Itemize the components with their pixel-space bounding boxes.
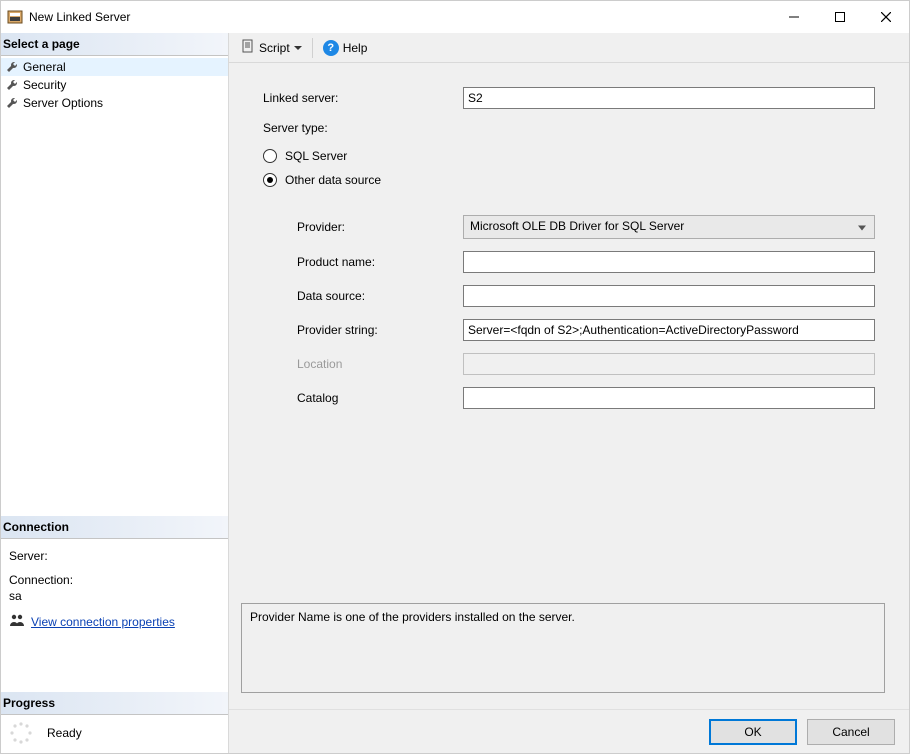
help-icon: ? <box>323 40 339 56</box>
radio-label: Other data source <box>285 173 381 187</box>
progress-status: Ready <box>47 726 82 740</box>
help-label: Help <box>343 41 368 55</box>
page-item-general[interactable]: General <box>1 58 228 76</box>
data-source-label: Data source: <box>297 289 463 303</box>
provider-string-input[interactable] <box>463 319 875 341</box>
data-source-input[interactable] <box>463 285 875 307</box>
location-label: Location <box>297 357 463 371</box>
titlebar: New Linked Server <box>1 1 909 33</box>
server-type-label: Server type: <box>263 121 463 135</box>
provider-value: Microsoft OLE DB Driver for SQL Server <box>470 219 684 233</box>
page-item-label: Server Options <box>23 96 103 110</box>
close-button[interactable] <box>863 1 909 33</box>
window-controls <box>771 1 909 33</box>
script-label: Script <box>259 41 290 55</box>
radio-other-data-source[interactable]: Other data source <box>263 173 885 187</box>
toolbar: Script ? Help <box>229 33 909 63</box>
window-title: New Linked Server <box>29 10 771 24</box>
server-label: Server: <box>9 549 222 563</box>
connection-value: sa <box>9 589 222 603</box>
dialog-window: New Linked Server Select a page Gener <box>0 0 910 754</box>
people-icon <box>9 613 25 630</box>
toolbar-separator <box>312 38 313 58</box>
minimize-button[interactable] <box>771 1 817 33</box>
linked-server-label: Linked server: <box>263 91 463 105</box>
wrench-icon <box>5 78 19 92</box>
catalog-input[interactable] <box>463 387 875 409</box>
dialog-footer: OK Cancel <box>229 709 909 753</box>
wrench-icon <box>5 96 19 110</box>
provider-dropdown[interactable]: Microsoft OLE DB Driver for SQL Server <box>463 215 875 239</box>
location-input <box>463 353 875 375</box>
select-page-header: Select a page <box>1 33 228 56</box>
wrench-icon <box>5 60 19 74</box>
provider-label: Provider: <box>297 220 463 234</box>
radio-icon <box>263 173 277 187</box>
product-name-label: Product name: <box>297 255 463 269</box>
radio-label: SQL Server <box>285 149 347 163</box>
linked-server-input[interactable] <box>463 87 875 109</box>
cancel-button[interactable]: Cancel <box>807 719 895 745</box>
form-area: Linked server: Server type: SQL Server O… <box>229 63 909 595</box>
page-list: General Security Server Options <box>1 56 228 114</box>
help-button[interactable]: ? Help <box>319 38 372 58</box>
radio-icon <box>263 149 277 163</box>
catalog-label: Catalog <box>297 391 463 405</box>
page-item-label: Security <box>23 78 66 92</box>
script-button[interactable]: Script <box>237 37 306 58</box>
maximize-button[interactable] <box>817 1 863 33</box>
page-item-label: General <box>23 60 66 74</box>
script-icon <box>241 39 255 56</box>
page-item-server-options[interactable]: Server Options <box>1 94 228 112</box>
main-panel: Script ? Help Linked server: Server <box>229 33 909 753</box>
app-icon <box>7 9 23 25</box>
provider-string-label: Provider string: <box>297 323 463 337</box>
page-item-security[interactable]: Security <box>1 76 228 94</box>
progress-header: Progress <box>1 692 228 715</box>
connection-header: Connection <box>1 516 228 539</box>
hint-box: Provider Name is one of the providers in… <box>241 603 885 693</box>
product-name-input[interactable] <box>463 251 875 273</box>
ok-button[interactable]: OK <box>709 719 797 745</box>
view-connection-properties-link[interactable]: View connection properties <box>31 615 175 629</box>
sidebar: Select a page General Security <box>1 33 229 753</box>
progress-spinner-icon <box>9 721 33 745</box>
radio-sql-server[interactable]: SQL Server <box>263 149 885 163</box>
connection-label: Connection: <box>9 573 222 587</box>
chevron-down-icon <box>294 41 302 55</box>
